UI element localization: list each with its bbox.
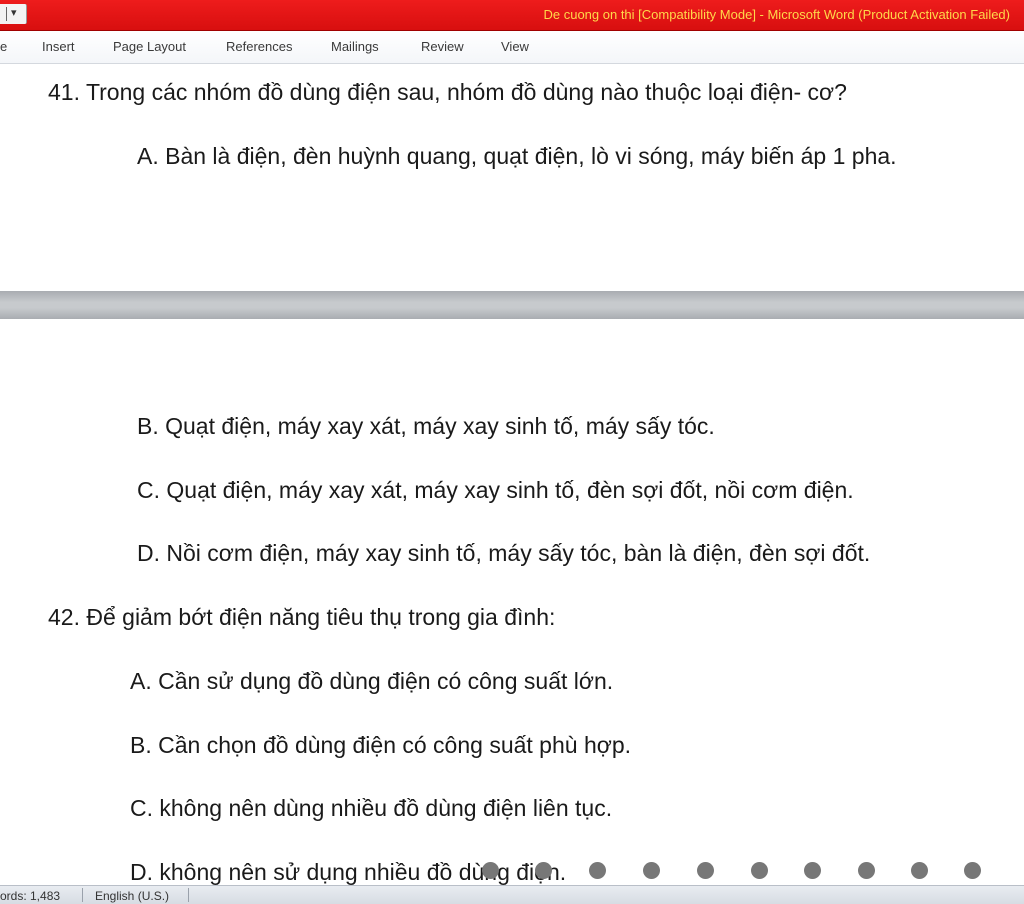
q41-option-c: C. Quạt điện, máy xay xát, máy xay sinh …	[137, 477, 854, 503]
tab-home[interactable]: e	[0, 39, 7, 54]
q41-option-b: B. Quạt điện, máy xay xát, máy xay sinh …	[137, 413, 715, 439]
q42-option-a: A. Cần sử dụng đồ dùng điện có công suất…	[130, 668, 614, 694]
tab-view[interactable]: View	[501, 39, 529, 54]
quick-access-toolbar[interactable]: ▾	[0, 4, 27, 24]
tab-references[interactable]: References	[226, 39, 292, 54]
status-separator	[82, 888, 83, 902]
q42-option-b: B. Cần chọn đồ dùng điện có công suất ph…	[130, 732, 632, 758]
loading-dot	[858, 862, 875, 879]
qat-separator	[6, 7, 7, 21]
status-separator	[188, 888, 189, 902]
q41-option-d: D. Nồi cơm điện, máy xay sinh tố, máy sấ…	[137, 540, 871, 566]
loading-dot	[589, 862, 606, 879]
loading-dot	[751, 862, 768, 879]
loading-dot	[964, 862, 981, 879]
q42-option-c: C. không nên dùng nhiều đồ dùng điện liê…	[130, 795, 613, 821]
loading-dot	[911, 862, 928, 879]
page-separator	[0, 291, 1024, 319]
loading-dot	[535, 862, 552, 879]
question-41: 41. Trong các nhóm đồ dùng điện sau, nhó…	[48, 79, 847, 105]
tab-insert[interactable]: Insert	[42, 39, 75, 54]
tab-review[interactable]: Review	[421, 39, 464, 54]
ribbon-tab-bar: e Insert Page Layout References Mailings…	[0, 31, 1024, 64]
loading-dot	[804, 862, 821, 879]
q42-option-d: D. không nên sử dụng nhiều đồ dùng điện.	[130, 859, 567, 885]
customize-qat-icon[interactable]: ▾	[11, 6, 17, 20]
loading-dot	[643, 862, 660, 879]
word-count[interactable]: ords: 1,483	[0, 889, 60, 903]
tab-page-layout[interactable]: Page Layout	[113, 39, 186, 54]
title-bar: ▾ De cuong on thi [Compatibility Mode] -…	[0, 0, 1024, 31]
loading-dot	[482, 862, 499, 879]
window-title: De cuong on thi [Compatibility Mode] - M…	[543, 7, 1010, 22]
document-page-bottom[interactable]: B. Quạt điện, máy xay xát, máy xay sinh …	[0, 319, 1024, 885]
document-page-top[interactable]: 41. Trong các nhóm đồ dùng điện sau, nhó…	[0, 64, 1024, 291]
status-bar: ords: 1,483 English (U.S.)	[0, 885, 1024, 904]
loading-dot	[697, 862, 714, 879]
question-42: 42. Để giảm bớt điện năng tiêu thụ trong…	[48, 604, 556, 630]
q41-option-a: A. Bàn là điện, đèn huỳnh quang, quạt đi…	[137, 143, 897, 169]
language-indicator[interactable]: English (U.S.)	[95, 889, 169, 903]
tab-mailings[interactable]: Mailings	[331, 39, 379, 54]
